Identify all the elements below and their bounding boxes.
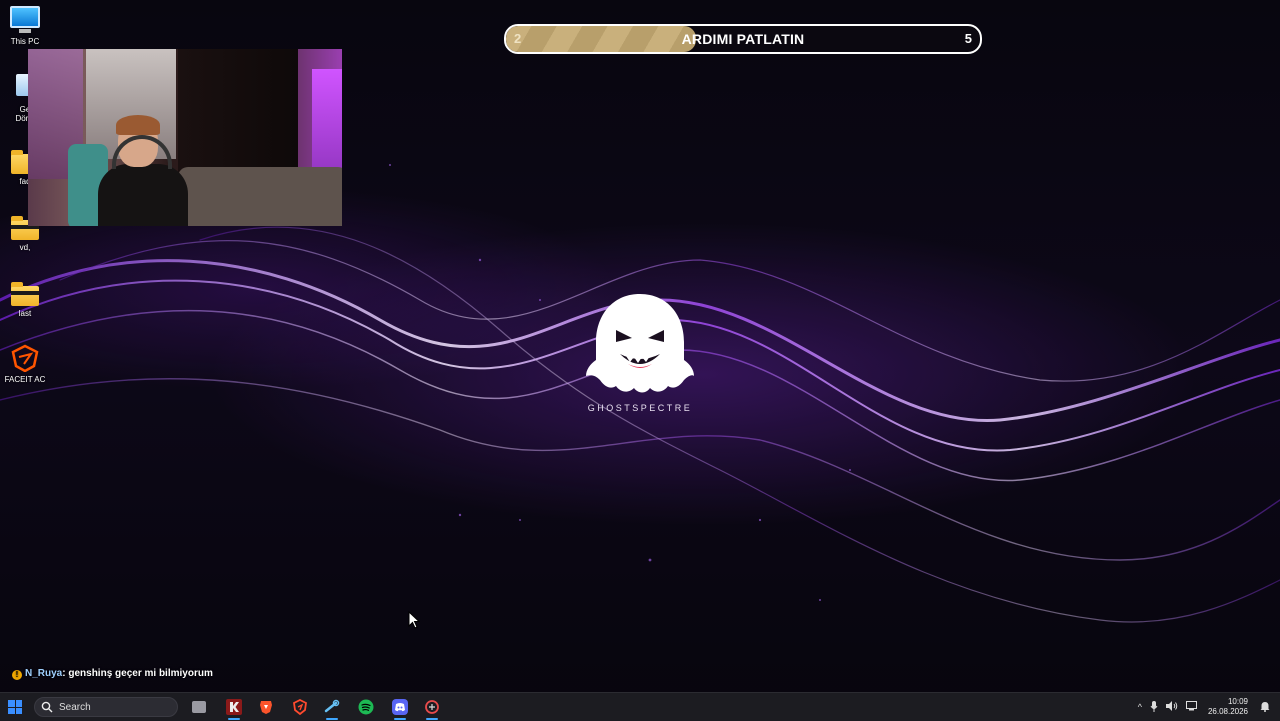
faceit-icon bbox=[10, 344, 40, 373]
shield-app-icon bbox=[293, 699, 307, 715]
desktop: This PC Ge Dönü fad vd, last FACEIT AC 2… bbox=[0, 0, 1280, 692]
taskbar: Search ^ 10:09 26.08.2026 bbox=[0, 692, 1280, 721]
taskbar-app-brave[interactable] bbox=[254, 693, 278, 721]
taskbar-app-kick[interactable] bbox=[222, 693, 246, 721]
goal-progress-bar: 2 ARDIMI PATLATIN 5 bbox=[504, 24, 982, 54]
streamer bbox=[98, 115, 188, 226]
chat-username: N_Ruya bbox=[25, 668, 63, 679]
microphone-icon[interactable] bbox=[1150, 700, 1158, 714]
notification-bell-icon[interactable] bbox=[1260, 701, 1270, 714]
search-icon bbox=[41, 701, 53, 713]
desktop-icon-label: vd, bbox=[19, 243, 31, 252]
this-pc-icon bbox=[10, 6, 40, 34]
search-placeholder: Search bbox=[59, 701, 91, 713]
goal-title: ARDIMI PATLATIN bbox=[681, 31, 805, 47]
mouse-cursor-icon bbox=[408, 611, 420, 629]
clock-time: 10:09 bbox=[1227, 697, 1248, 706]
kick-app-icon bbox=[226, 699, 242, 715]
steam-icon bbox=[324, 699, 340, 713]
ghostspectre-logo: GHOSTSPECTRE bbox=[580, 290, 700, 413]
discord-icon bbox=[392, 699, 408, 715]
taskbar-app-steam[interactable] bbox=[320, 693, 344, 721]
chat-message: ! N_Ruya: genshinş geçer mi bilmiyorum bbox=[12, 668, 213, 680]
desktop-icon-label: last bbox=[18, 309, 32, 318]
clock[interactable]: 10:09 26.08.2026 bbox=[1208, 697, 1248, 717]
chat-text: : genshinş geçer mi bilmiyorum bbox=[62, 668, 213, 679]
desktop-icon-faceit-ac[interactable]: FACEIT AC bbox=[4, 344, 46, 384]
system-tray: ^ 10:09 26.08.2026 bbox=[1134, 693, 1280, 721]
brave-browser-icon bbox=[260, 701, 272, 714]
clock-date: 26.08.2026 bbox=[1207, 707, 1248, 716]
screenshot-tool-icon bbox=[425, 700, 439, 714]
taskbar-app-discord[interactable] bbox=[388, 693, 412, 721]
ghostspectre-wordmark: GHOSTSPECTRE bbox=[587, 403, 693, 413]
taskbar-search[interactable]: Search bbox=[32, 693, 180, 721]
ghost-icon bbox=[586, 294, 694, 393]
desktop-icon-this-pc[interactable]: This PC bbox=[4, 6, 46, 46]
task-view-icon bbox=[192, 701, 206, 713]
task-view-button[interactable] bbox=[188, 693, 210, 721]
folder-icon bbox=[10, 278, 40, 306]
desktop-icon-label: This PC bbox=[10, 37, 40, 46]
desktop-icon-label: FACEIT AC bbox=[4, 375, 46, 384]
taskbar-app-shield[interactable] bbox=[288, 693, 312, 721]
windows-logo-icon bbox=[8, 700, 22, 714]
chat-badge-icon: ! bbox=[12, 670, 22, 680]
goal-target-value: 5 bbox=[964, 31, 972, 46]
chevron-up-icon[interactable]: ^ bbox=[1138, 702, 1142, 712]
desktop-icon-folder-last[interactable]: last bbox=[4, 278, 46, 318]
volume-icon[interactable] bbox=[1165, 701, 1178, 713]
spotify-icon bbox=[358, 699, 374, 715]
start-button[interactable] bbox=[4, 693, 26, 721]
taskbar-app-screenshot-tool[interactable] bbox=[420, 693, 444, 721]
webcam-overlay bbox=[28, 49, 342, 226]
taskbar-app-spotify[interactable] bbox=[354, 693, 378, 721]
network-icon[interactable] bbox=[1185, 701, 1198, 713]
